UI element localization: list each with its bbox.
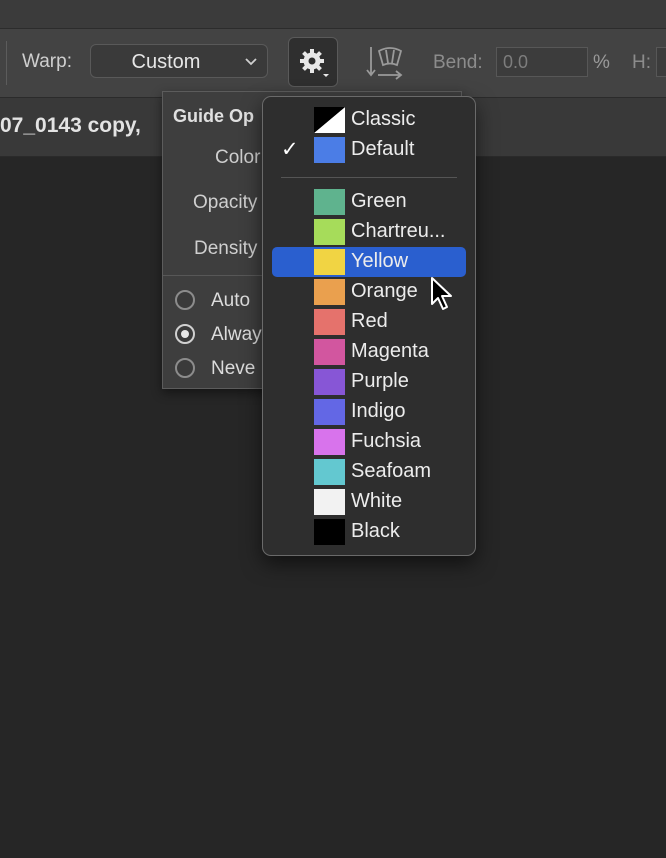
menu-label: Yellow <box>351 250 409 272</box>
h-label: H: <box>632 52 651 73</box>
checkmark-icon: ✓ <box>281 138 299 161</box>
menu-item-indigo[interactable]: Indigo <box>263 397 475 427</box>
bend-input[interactable]: 0.0 <box>496 47 588 77</box>
menu-item-default[interactable]: ✓ Default <box>263 135 475 165</box>
magenta-swatch <box>314 339 345 365</box>
default-swatch <box>314 137 345 163</box>
menu-item-seafoam[interactable]: Seafoam <box>263 457 475 487</box>
green-swatch <box>314 189 345 215</box>
options-bar: Warp: Custom Bend: 0.0 % H: <box>0 29 666 98</box>
gear-icon <box>300 49 329 77</box>
menu-label: Magenta <box>351 340 429 362</box>
menu-separator <box>281 177 457 178</box>
purple-swatch <box>314 369 345 395</box>
menu-item-classic[interactable]: Classic <box>263 105 475 135</box>
warp-orientation-icon[interactable] <box>365 43 405 81</box>
menu-item-magenta[interactable]: Magenta <box>263 337 475 367</box>
chevron-down-icon <box>245 58 257 66</box>
color-label: Color <box>215 147 261 168</box>
warp-label: Warp: <box>22 51 72 72</box>
guide-options-gear-button[interactable] <box>288 37 338 87</box>
menu-label: Red <box>351 310 388 332</box>
opacity-label: Opacity <box>193 192 258 213</box>
menu-item-purple[interactable]: Purple <box>263 367 475 397</box>
h-input[interactable] <box>656 47 666 77</box>
menu-label: Chartreu... <box>351 220 446 242</box>
document-title: 07_0143 copy, <box>0 114 141 137</box>
menu-label: Green <box>351 190 407 212</box>
top-strip <box>0 0 666 29</box>
orange-swatch <box>314 279 345 305</box>
chartreuse-swatch <box>314 219 345 245</box>
radio-never[interactable] <box>175 358 195 378</box>
menu-label: Classic <box>351 108 416 130</box>
radio-never-label: Neve <box>211 358 256 379</box>
menu-label: Indigo <box>351 400 406 422</box>
white-swatch <box>314 489 345 515</box>
black-swatch <box>314 519 345 545</box>
percent-unit: % <box>593 52 610 73</box>
menu-item-yellow[interactable]: Yellow <box>263 247 475 277</box>
menu-label: White <box>351 490 403 512</box>
bend-label: Bend: <box>433 52 483 73</box>
warp-style-value: Custom <box>131 51 201 73</box>
menu-label: Purple <box>351 370 409 392</box>
radio-auto[interactable] <box>175 290 195 310</box>
radio-always-label: Alway <box>211 324 262 345</box>
menu-label: Fuchsia <box>351 430 422 452</box>
fuchsia-swatch <box>314 429 345 455</box>
seafoam-swatch <box>314 459 345 485</box>
menu-item-green[interactable]: Green <box>263 187 475 217</box>
mouse-pointer-icon <box>431 277 452 310</box>
density-label: Density <box>194 238 258 259</box>
warp-style-select[interactable]: Custom <box>90 44 268 78</box>
menu-item-chartreuse[interactable]: Chartreu... <box>263 217 475 247</box>
toolbar-separator <box>6 41 7 85</box>
menu-label: Seafoam <box>351 460 432 482</box>
indigo-swatch <box>314 399 345 425</box>
yellow-swatch <box>314 249 345 275</box>
menu-item-black[interactable]: Black <box>263 517 475 547</box>
menu-label: Default <box>351 138 415 160</box>
radio-always[interactable] <box>175 324 195 344</box>
menu-item-white[interactable]: White <box>263 487 475 517</box>
menu-label: Black <box>351 520 400 542</box>
guide-options-title: Guide Op <box>173 106 254 126</box>
classic-swatch <box>314 107 345 133</box>
red-swatch <box>314 309 345 335</box>
guide-color-menu: Classic ✓ Default Green Chartreu... Yell… <box>262 96 476 556</box>
menu-label: Orange <box>351 280 418 302</box>
menu-item-fuchsia[interactable]: Fuchsia <box>263 427 475 457</box>
radio-auto-label: Auto <box>211 290 251 311</box>
